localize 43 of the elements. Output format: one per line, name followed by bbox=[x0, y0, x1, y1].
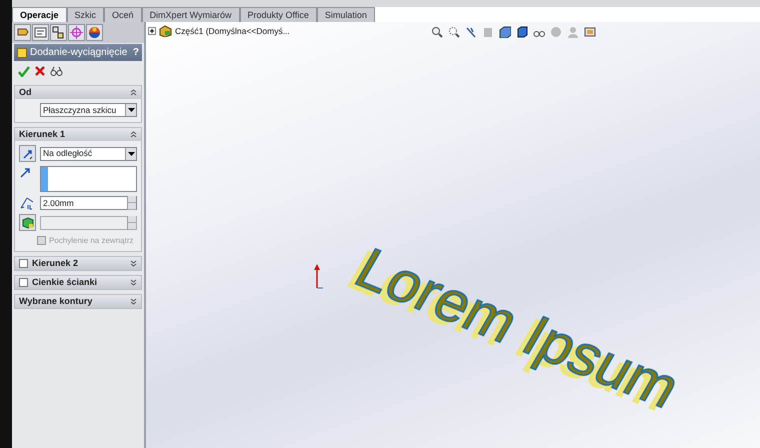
tab[interactable]: Operacje bbox=[12, 7, 67, 22]
dropdown[interactable]: Na odległość bbox=[40, 146, 137, 160]
axis-triad-icon bbox=[314, 264, 324, 288]
feature-title: Dodanie-wyciągnięcie bbox=[30, 46, 128, 60]
tab[interactable]: Szkic bbox=[66, 7, 104, 22]
section-header[interactable]: Od bbox=[15, 86, 141, 99]
dropdown-arrow-icon[interactable] bbox=[128, 108, 134, 112]
feature-icon bbox=[17, 48, 27, 58]
cube-icon bbox=[21, 216, 34, 229]
checkbox[interactable] bbox=[19, 259, 28, 268]
dropdown[interactable]: Płaszczyzna szkicu bbox=[40, 103, 137, 117]
properties-icon[interactable] bbox=[33, 25, 48, 40]
reverse-direction-button[interactable] bbox=[19, 145, 36, 162]
collapse-icon[interactable] bbox=[130, 88, 137, 96]
draft-angle-field[interactable] bbox=[40, 216, 137, 230]
checkbox[interactable] bbox=[19, 278, 28, 287]
section-header[interactable]: Kierunek 2 bbox=[15, 257, 141, 270]
zoom-area-icon[interactable] bbox=[448, 26, 460, 38]
arrow-icon bbox=[22, 148, 34, 160]
help-button[interactable]: ? bbox=[132, 45, 139, 60]
expand-icon[interactable] bbox=[148, 27, 156, 36]
collapse-icon[interactable] bbox=[130, 130, 137, 138]
tab[interactable]: Produkty Office bbox=[240, 7, 317, 22]
tab[interactable]: DimXpert Wymiarów bbox=[142, 7, 240, 22]
monitor-icon[interactable] bbox=[584, 26, 596, 38]
checkmark-icon[interactable] bbox=[18, 66, 30, 77]
direction-arrow-icon bbox=[19, 166, 31, 179]
glasses-icon[interactable] bbox=[50, 66, 63, 77]
tab[interactable]: Simulation bbox=[316, 7, 375, 22]
close-icon[interactable] bbox=[35, 66, 45, 76]
part-icon bbox=[159, 25, 172, 38]
section-header[interactable]: Cienkie ścianki bbox=[15, 276, 141, 289]
depth-field[interactable]: 2.00mm bbox=[40, 196, 137, 210]
tab[interactable]: Oceń bbox=[104, 7, 142, 22]
selection-box[interactable] bbox=[40, 166, 137, 192]
tree-item[interactable]: Część1 (Domyślna<<Domyś... bbox=[175, 25, 290, 38]
dropdown-arrow-icon[interactable] bbox=[128, 152, 134, 156]
section-header[interactable]: Wybrane kontury bbox=[15, 295, 141, 308]
draft-button[interactable] bbox=[19, 214, 36, 231]
section-header[interactable]: Kierunek 1 bbox=[15, 128, 141, 141]
extruded-3d-text: Lorem Ipsum bbox=[344, 242, 691, 420]
depth-dimension-icon bbox=[19, 196, 35, 210]
zoom-fit-icon[interactable] bbox=[431, 26, 443, 38]
